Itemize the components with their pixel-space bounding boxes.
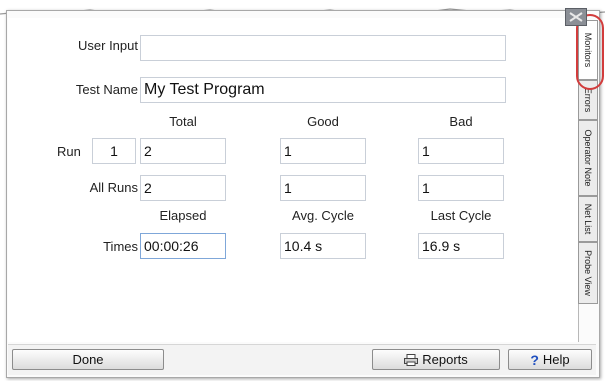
column-header-bad: Bad: [449, 114, 473, 129]
user-input-label: User Input: [78, 38, 138, 53]
column-header-total: Total: [169, 114, 197, 129]
time-header-avg-cycle: Avg. Cycle: [292, 208, 354, 223]
tab-errors-label: Errors: [583, 87, 593, 113]
tab-net-list-label: Net List: [583, 203, 593, 235]
column-header-good: Good: [307, 114, 339, 129]
avg-cycle-field[interactable]: 10.4 s: [280, 233, 366, 259]
user-input-field[interactable]: [140, 35, 506, 61]
tab-operator-note-label: Operator Note: [583, 129, 593, 187]
done-button-label: Done: [72, 352, 104, 367]
help-button-label: Help: [542, 352, 570, 367]
printer-icon: [404, 353, 419, 366]
test-name-field[interactable]: My Test Program: [140, 77, 506, 103]
monitors-panel: User Input Test Name My Test Program Tot…: [8, 18, 579, 342]
elapsed-time-field[interactable]: 00:00:26: [140, 233, 226, 259]
run-label: Run: [57, 144, 81, 159]
all-runs-bad-field[interactable]: 1: [418, 175, 504, 201]
reports-button[interactable]: Reports: [372, 349, 500, 370]
run-bad-field[interactable]: 1: [418, 138, 504, 164]
test-name-label: Test Name: [75, 82, 138, 97]
all-runs-label: All Runs: [89, 180, 138, 195]
run-good-field[interactable]: 1: [280, 138, 366, 164]
help-button[interactable]: ? Help: [508, 349, 592, 370]
done-button[interactable]: Done: [12, 349, 164, 370]
reports-button-label: Reports: [422, 352, 468, 367]
tab-net-list[interactable]: Net List: [578, 196, 598, 242]
time-header-last-cycle: Last Cycle: [430, 208, 492, 223]
last-cycle-field[interactable]: 16.9 s: [418, 233, 504, 259]
tab-probe-view[interactable]: Probe View: [578, 242, 598, 304]
run-total-field[interactable]: 2: [140, 138, 226, 164]
help-question-icon: ?: [530, 351, 539, 368]
all-runs-good-field[interactable]: 1: [280, 175, 366, 201]
all-runs-total-field[interactable]: 2: [140, 175, 226, 201]
window-corner-icon[interactable]: [565, 8, 587, 26]
time-header-elapsed: Elapsed: [159, 208, 207, 223]
times-label: Times: [103, 239, 138, 254]
tab-operator-note[interactable]: Operator Note: [578, 120, 598, 196]
run-number-field[interactable]: 1: [92, 138, 136, 164]
bottom-toolbar: Done Reports ? Help: [8, 344, 596, 375]
tab-probe-view-label: Probe View: [583, 250, 593, 296]
